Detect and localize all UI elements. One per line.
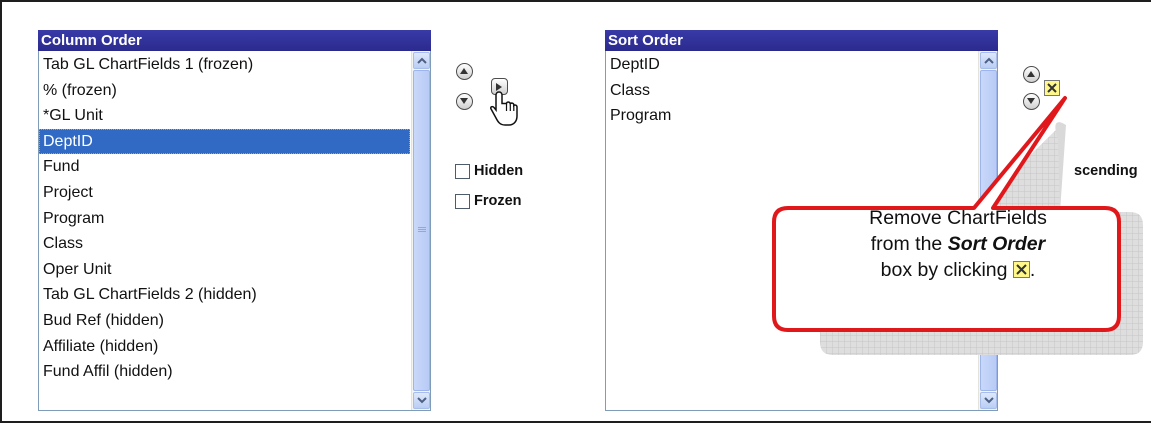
frozen-option[interactable]: Frozen xyxy=(455,193,522,209)
callout-line-3-text: box by clicking xyxy=(880,259,1013,281)
hidden-option[interactable]: Hidden xyxy=(455,163,523,179)
list-item[interactable]: *GL Unit xyxy=(39,103,410,129)
column-order-panel: Column Order Tab GL ChartFields 1 (froze… xyxy=(38,30,431,411)
list-item[interactable]: Tab GL ChartFields 1 (frozen) xyxy=(39,52,410,78)
hidden-label: Hidden xyxy=(474,163,524,179)
scroll-down-button[interactable] xyxy=(413,392,430,409)
column-order-list[interactable]: Tab GL ChartFields 1 (frozen) % (frozen)… xyxy=(38,51,431,411)
remove-sort-button[interactable] xyxy=(1044,80,1060,96)
grip-icon xyxy=(418,226,426,235)
callout-line-3: box by clicking . xyxy=(777,257,1139,283)
callout-line-1: Remove ChartFields xyxy=(869,207,1047,229)
frozen-checkbox[interactable] xyxy=(455,193,470,209)
column-order-header: Column Order xyxy=(38,30,431,51)
move-up-button[interactable] xyxy=(456,63,473,80)
list-item[interactable]: Project xyxy=(39,180,410,206)
frozen-label: Frozen xyxy=(474,193,522,209)
callout-emphasis: Sort Order xyxy=(947,233,1046,255)
move-down-button[interactable] xyxy=(456,93,473,110)
x-box-icon xyxy=(1012,261,1030,278)
list-item[interactable]: Fund xyxy=(39,154,410,180)
x-icon xyxy=(1047,83,1057,93)
arrow-up-icon xyxy=(1027,71,1035,77)
list-item[interactable]: Tab GL ChartFields 2 (hidden) xyxy=(39,282,410,308)
list-item[interactable]: Oper Unit xyxy=(39,257,410,283)
hand-pointer-icon xyxy=(490,91,518,126)
hidden-checkbox[interactable] xyxy=(455,163,470,179)
sort-move-up-button[interactable] xyxy=(1023,66,1040,83)
callout-text: Remove ChartFields from the Sort Order b… xyxy=(777,205,1139,283)
chevron-up-icon xyxy=(984,57,994,64)
list-item[interactable]: Affiliate (hidden) xyxy=(39,334,410,360)
arrow-down-icon xyxy=(460,98,468,104)
list-item-selected[interactable]: DeptID xyxy=(39,128,410,155)
scroll-up-button[interactable] xyxy=(980,52,997,69)
chevron-down-icon xyxy=(417,397,427,404)
list-item[interactable]: Bud Ref (hidden) xyxy=(39,308,410,334)
list-item[interactable]: Class xyxy=(39,231,410,257)
callout-line-2-text: from the xyxy=(870,233,948,255)
callout-line-2: from the Sort Order xyxy=(777,231,1139,257)
column-order-scrollbar[interactable] xyxy=(411,51,430,410)
arrow-up-icon xyxy=(460,68,468,74)
list-item[interactable]: DeptID xyxy=(606,52,977,78)
chevron-up-icon xyxy=(417,57,427,64)
callout-line-3-end: . xyxy=(1029,259,1036,281)
list-item[interactable]: Program xyxy=(39,206,410,232)
list-item[interactable]: Fund Affil (hidden) xyxy=(39,359,410,385)
list-item[interactable]: % (frozen) xyxy=(39,78,410,104)
scroll-thumb[interactable] xyxy=(413,70,430,391)
sort-order-header: Sort Order xyxy=(605,30,998,51)
scroll-up-button[interactable] xyxy=(413,52,430,69)
